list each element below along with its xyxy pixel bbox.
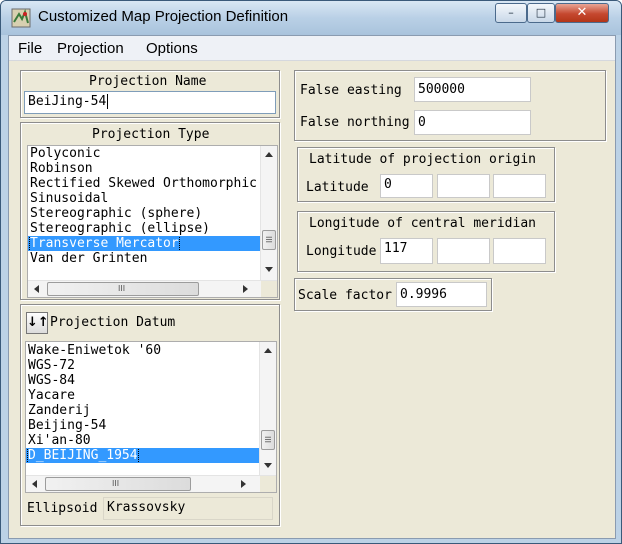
list-item[interactable]: Rectified Skewed Orthomorphic	[28, 176, 260, 191]
scroll-right-icon[interactable]	[241, 480, 246, 488]
scroll-down-icon[interactable]	[265, 267, 273, 272]
globe-app-icon	[11, 8, 31, 28]
window-title: Customized Map Projection Definition	[38, 8, 289, 25]
scroll-corner	[260, 476, 276, 492]
scroll-left-icon[interactable]	[34, 285, 39, 293]
latitude-seconds-input[interactable]	[493, 174, 546, 198]
ellipsoid-value: Krassovsky	[103, 497, 273, 520]
ellipsoid-label: Ellipsoid	[27, 501, 98, 516]
dialog-client: File Projection Options Projection Name …	[8, 35, 616, 539]
latitude-label: Latitude	[306, 180, 369, 195]
vertical-scrollbar[interactable]: III	[260, 146, 277, 280]
scroll-up-icon[interactable]	[265, 152, 273, 157]
scroll-right-icon[interactable]	[243, 285, 248, 293]
scroll-up-icon[interactable]	[264, 348, 272, 353]
list-item[interactable]: WGS-72	[26, 358, 259, 373]
scale-factor-label: Scale factor	[298, 288, 392, 303]
latitude-degrees-input[interactable]: 0	[380, 174, 433, 198]
horizontal-scrollbar[interactable]: III	[28, 280, 277, 297]
list-item[interactable]: Polyconic	[28, 146, 260, 161]
projection-datum-group: ↓↑ Projection Datum Wake-Eniwetok '60 WG…	[20, 304, 280, 526]
scroll-thumb[interactable]: III	[261, 430, 275, 450]
list-item[interactable]: Beijing-54	[26, 418, 259, 433]
horizontal-scrollbar[interactable]: III	[26, 475, 276, 492]
maximize-button[interactable]: □	[527, 3, 555, 23]
projection-datum-label: Projection Datum	[50, 315, 176, 330]
central-meridian-title: Longitude of central meridian	[309, 216, 536, 231]
longitude-label: Longitude	[306, 244, 377, 259]
list-item[interactable]: Xi'an-80	[26, 433, 259, 448]
list-item-selected[interactable]: Transverse Mercator	[28, 236, 260, 251]
false-northing-input[interactable]: 0	[414, 110, 531, 135]
list-item[interactable]: Van der Grinten	[28, 251, 260, 266]
scroll-corner	[261, 281, 277, 297]
title-bar[interactable]: Customized Map Projection Definition – □…	[1, 1, 621, 35]
vertical-scrollbar[interactable]: III	[259, 342, 276, 476]
latitude-origin-title: Latitude of projection origin	[309, 152, 536, 167]
projection-type-group: Projection Type Polyconic Robinson Recti…	[20, 122, 280, 300]
menu-projection[interactable]: Projection	[57, 40, 124, 57]
sort-icon[interactable]: ↓↑	[26, 312, 49, 334]
menu-options[interactable]: Options	[146, 40, 198, 57]
false-easting-label: False easting	[300, 83, 402, 98]
scale-factor-group: Scale factor 0.9996	[294, 278, 492, 311]
scroll-thumb[interactable]: III	[47, 282, 199, 296]
main-window: Customized Map Projection Definition – □…	[0, 0, 622, 544]
projection-datum-list[interactable]: Wake-Eniwetok '60 WGS-72 WGS-84 Yacare Z…	[25, 341, 277, 493]
projection-type-list[interactable]: Polyconic Robinson Rectified Skewed Orth…	[27, 145, 278, 298]
latitude-origin-group: Latitude of projection origin Latitude 0	[297, 147, 555, 202]
projection-name-label: Projection Name	[89, 74, 207, 89]
close-button[interactable]: ✕	[555, 3, 609, 23]
list-item[interactable]: Sinusoidal	[28, 191, 260, 206]
list-item[interactable]: Wake-Eniwetok '60	[26, 343, 259, 358]
list-item[interactable]: Stereographic (ellipse)	[28, 221, 260, 236]
minimize-button[interactable]: –	[495, 3, 527, 23]
projection-type-label: Projection Type	[92, 127, 210, 142]
longitude-degrees-input[interactable]: 117	[380, 238, 433, 264]
false-origin-group: False easting 500000 False northing 0	[294, 70, 606, 141]
scroll-left-icon[interactable]	[32, 480, 37, 488]
list-item[interactable]: Robinson	[28, 161, 260, 176]
list-item[interactable]: Yacare	[26, 388, 259, 403]
projection-name-input[interactable]: BeiJing-54	[24, 91, 276, 114]
longitude-seconds-input[interactable]	[493, 238, 546, 264]
list-item-selected[interactable]: D_BEIJING_1954	[26, 448, 259, 463]
longitude-minutes-input[interactable]	[437, 238, 490, 264]
menu-file[interactable]: File	[18, 40, 42, 57]
scroll-down-icon[interactable]	[264, 463, 272, 468]
central-meridian-group: Longitude of central meridian Longitude …	[297, 211, 555, 272]
false-northing-label: False northing	[300, 115, 410, 130]
latitude-minutes-input[interactable]	[437, 174, 490, 198]
scale-factor-input[interactable]: 0.9996	[396, 282, 487, 307]
scroll-thumb[interactable]: III	[45, 477, 191, 491]
projection-name-group: Projection Name BeiJing-54	[20, 70, 280, 118]
false-easting-input[interactable]: 500000	[414, 77, 531, 102]
scroll-thumb[interactable]: III	[262, 230, 276, 250]
list-item[interactable]: Stereographic (sphere)	[28, 206, 260, 221]
window-controls: – □ ✕	[495, 3, 613, 23]
list-item[interactable]: WGS-84	[26, 373, 259, 388]
list-item[interactable]: Zanderij	[26, 403, 259, 418]
menu-bar: File Projection Options	[9, 36, 615, 61]
